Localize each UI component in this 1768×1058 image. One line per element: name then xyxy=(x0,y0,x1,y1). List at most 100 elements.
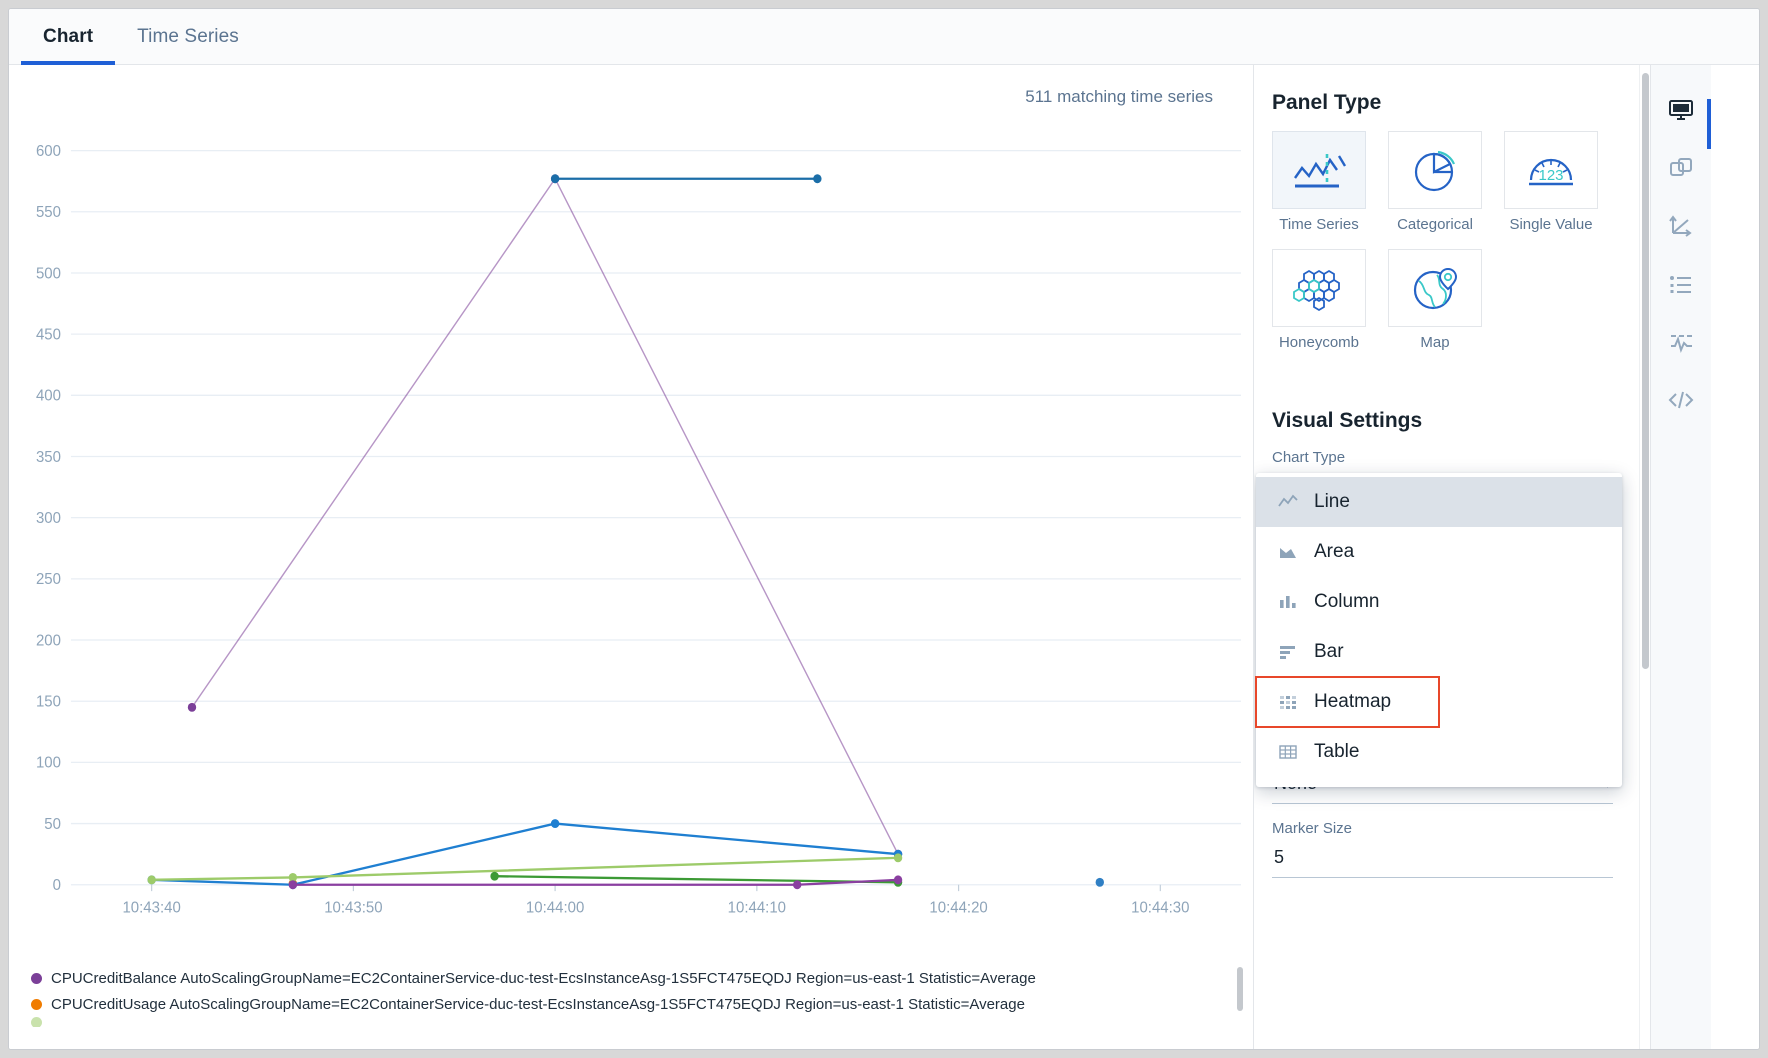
panel-type-time-series-box[interactable] xyxy=(1272,131,1366,209)
pie-icon xyxy=(1408,145,1462,195)
legend-color-swatch xyxy=(31,973,42,984)
chart-type-dropdown-menu[interactable]: Line Area xyxy=(1256,473,1622,787)
svg-text:200: 200 xyxy=(36,632,61,650)
data-point xyxy=(490,872,498,881)
svg-text:600: 600 xyxy=(36,143,61,161)
svg-text:50: 50 xyxy=(44,815,61,833)
data-point xyxy=(551,819,559,828)
marker-size-input[interactable]: 5 xyxy=(1272,843,1613,878)
panel-type-single-value-box[interactable]: 123 xyxy=(1504,131,1598,209)
panel-type-grid: Time Series Categorical xyxy=(1272,131,1613,367)
tab-chart-label: Chart xyxy=(43,26,93,48)
list-item[interactable]: CPUCreditUsage AutoScalingGroupName=EC2C… xyxy=(31,991,1253,1017)
data-point xyxy=(894,853,902,862)
panel-type-map-box[interactable] xyxy=(1388,249,1482,327)
grid-lines xyxy=(71,151,1241,892)
rail-item-code[interactable] xyxy=(1651,371,1711,429)
plot-container[interactable]: 050100150200250300350400450500550600 10:… xyxy=(9,107,1253,957)
dropdown-option-column[interactable]: Column xyxy=(1256,577,1622,627)
dropdown-option-label: Column xyxy=(1314,591,1379,613)
bar-chart-icon xyxy=(1278,644,1308,660)
panel-type-categorical[interactable]: Categorical xyxy=(1388,131,1482,233)
y-axis-tick-labels: 050100150200250300350400450500550600 xyxy=(36,143,61,895)
svg-text:400: 400 xyxy=(36,387,61,405)
dropdown-option-label: Line xyxy=(1314,491,1350,513)
panel-type-honeycomb[interactable]: Honeycomb xyxy=(1272,249,1366,351)
axes-icon xyxy=(1668,214,1694,238)
monitor-icon xyxy=(1668,98,1694,122)
visual-settings-heading: Visual Settings xyxy=(1272,409,1613,433)
tab-time-series[interactable]: Time Series xyxy=(115,9,261,64)
data-series xyxy=(147,174,1104,889)
list-item-partial[interactable] xyxy=(31,1017,1253,1027)
dropdown-option-table[interactable]: Table xyxy=(1256,727,1622,777)
rail-item-layers[interactable] xyxy=(1651,139,1711,197)
area-chart-icon xyxy=(1278,544,1308,560)
svg-text:350: 350 xyxy=(36,448,61,466)
svg-text:100: 100 xyxy=(36,754,61,772)
svg-text:550: 550 xyxy=(36,204,61,222)
tab-bar: Chart Time Series xyxy=(9,9,1759,65)
code-icon xyxy=(1668,388,1694,412)
data-point xyxy=(813,174,821,183)
svg-text:500: 500 xyxy=(36,265,61,283)
svg-text:10:44:00: 10:44:00 xyxy=(526,899,584,917)
table-icon xyxy=(1278,744,1308,760)
panel-type-categorical-box[interactable] xyxy=(1388,131,1482,209)
data-point xyxy=(147,875,155,884)
honeycomb-icon xyxy=(1289,263,1349,313)
settings-panel-scrollbar-thumb[interactable] xyxy=(1642,73,1649,669)
column-chart-icon xyxy=(1278,594,1308,610)
dropdown-option-bar[interactable]: Bar xyxy=(1256,627,1622,677)
dropdown-option-line[interactable]: Line xyxy=(1256,477,1622,527)
panel-type-label: Categorical xyxy=(1388,216,1482,233)
panel-type-label: Time Series xyxy=(1272,216,1366,233)
dropdown-option-area[interactable]: Area xyxy=(1256,527,1622,577)
series-line xyxy=(192,179,898,854)
svg-text:300: 300 xyxy=(36,510,61,528)
legend-color-swatch xyxy=(31,1017,42,1027)
panel-type-label: Map xyxy=(1388,334,1482,351)
line-chart-svg: 050100150200250300350400450500550600 10:… xyxy=(9,107,1253,957)
panel-type-honeycomb-box[interactable] xyxy=(1272,249,1366,327)
tab-chart[interactable]: Chart xyxy=(21,9,115,64)
matching-series-count: 511 matching time series xyxy=(9,65,1253,107)
list-icon xyxy=(1668,272,1694,296)
dropdown-option-heatmap[interactable]: Heatmap xyxy=(1256,677,1439,727)
rail-item-threshold[interactable] xyxy=(1651,313,1711,371)
data-point xyxy=(793,880,801,889)
panel-type-single-value[interactable]: 123 Single Value xyxy=(1504,131,1598,233)
svg-text:123: 123 xyxy=(1538,167,1563,184)
heatmap-icon xyxy=(1278,694,1308,710)
data-point xyxy=(289,880,297,889)
rail-item-axes[interactable] xyxy=(1651,197,1711,255)
panel-type-map[interactable]: Map xyxy=(1388,249,1482,351)
svg-text:10:44:20: 10:44:20 xyxy=(929,899,987,917)
svg-text:10:44:10: 10:44:10 xyxy=(728,899,786,917)
data-point xyxy=(188,703,196,712)
svg-text:10:43:40: 10:43:40 xyxy=(122,899,180,917)
settings-panel-scrollbar[interactable] xyxy=(1639,65,1650,1049)
dropdown-option-label: Heatmap xyxy=(1314,691,1391,713)
svg-text:250: 250 xyxy=(36,571,61,589)
chart-type-label: Chart Type xyxy=(1272,449,1613,466)
panel-type-label: Single Value xyxy=(1504,216,1598,233)
list-item[interactable]: CPUCreditBalance AutoScalingGroupName=EC… xyxy=(31,965,1253,991)
marker-size-label: Marker Size xyxy=(1272,820,1613,837)
rail-item-display[interactable] xyxy=(1651,81,1711,139)
chart-legend[interactable]: CPUCreditBalance AutoScalingGroupName=EC… xyxy=(9,957,1253,1049)
threshold-icon xyxy=(1668,330,1694,354)
panel-type-label: Honeycomb xyxy=(1272,334,1366,351)
rail-item-list[interactable] xyxy=(1651,255,1711,313)
panel-icon-rail xyxy=(1650,65,1711,1049)
globe-pin-icon xyxy=(1407,263,1463,313)
legend-color-swatch xyxy=(31,999,42,1010)
panel-type-time-series[interactable]: Time Series xyxy=(1272,131,1366,233)
layers-icon xyxy=(1668,156,1694,180)
timeseries-icon xyxy=(1289,146,1349,194)
svg-text:0: 0 xyxy=(53,877,61,895)
legend-label: CPUCreditBalance AutoScalingGroupName=EC… xyxy=(51,970,1036,987)
legend-scrollbar-thumb[interactable] xyxy=(1237,967,1243,1011)
settings-panel: Panel Type Time Series xyxy=(1254,65,1759,1049)
svg-text:450: 450 xyxy=(36,326,61,344)
